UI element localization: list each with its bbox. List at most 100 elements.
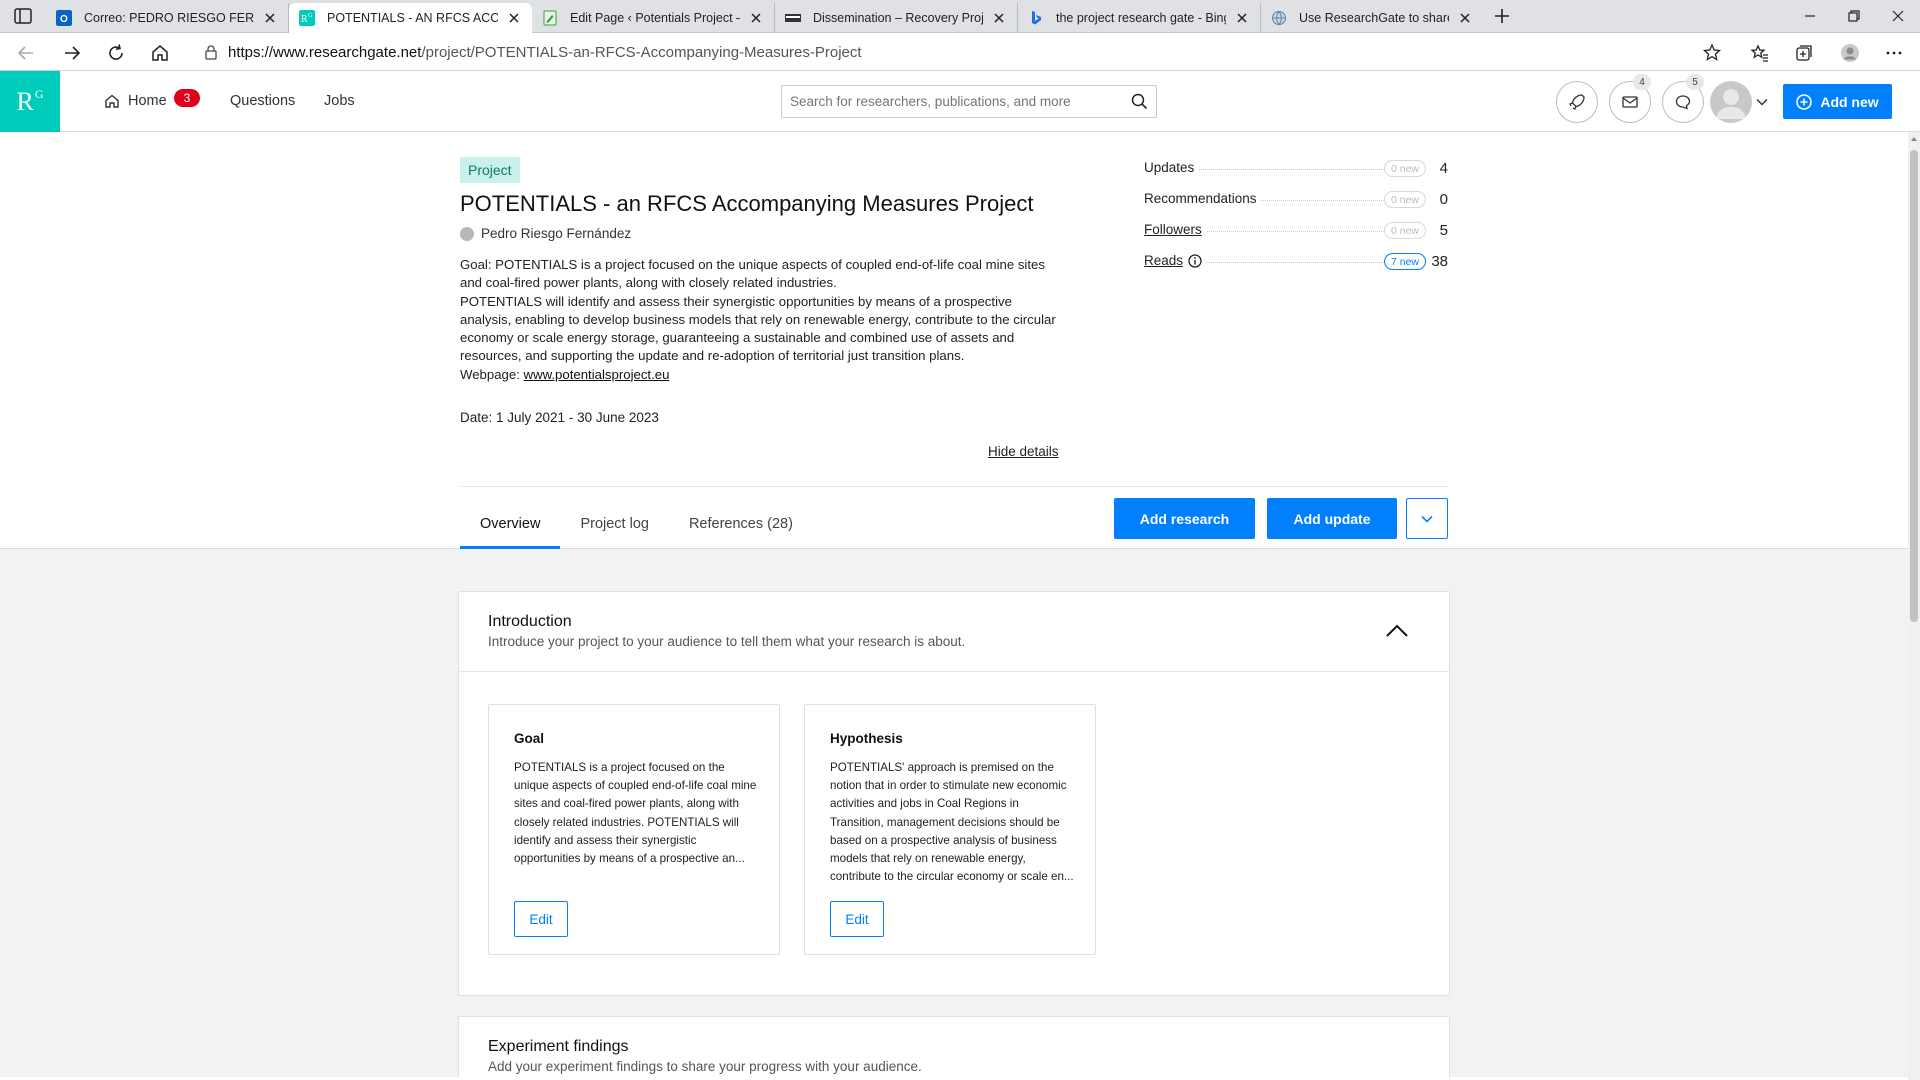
browser-address-bar: https://www.researchgate.net/project/POT… (0, 33, 1920, 71)
project-description: Goal: POTENTIALS is a project focused on… (460, 256, 1060, 384)
nav-questions[interactable]: Questions (230, 93, 295, 109)
collections-icon[interactable] (1794, 43, 1814, 63)
tab-title: POTENTIALS - AN RFCS ACCOMI (327, 11, 498, 25)
mail-icon (1622, 96, 1638, 108)
project-type-pill: Project (460, 157, 520, 183)
stat-followers: Followers 0 new 5 (1144, 222, 1448, 253)
tab-title: Dissemination – Recovery Projec (813, 11, 983, 25)
chevron-up-icon[interactable] (1385, 622, 1409, 638)
globe-icon (1272, 11, 1286, 25)
refresh-icon[interactable] (106, 43, 126, 63)
nav-home-label: Home (128, 93, 167, 109)
experiment-findings-card: Experiment findings Add your experiment … (458, 1016, 1450, 1077)
experiment-findings-header[interactable]: Experiment findings Add your experiment … (459, 1017, 1449, 1077)
project-author[interactable]: Pedro Riesgo Fernández (460, 226, 631, 241)
introduction-title: Introduction (488, 613, 572, 630)
edit-goal-button[interactable]: Edit (514, 901, 568, 937)
close-tab-icon[interactable] (1457, 10, 1473, 26)
stat-label-link[interactable]: Reads (1144, 253, 1183, 268)
add-research-button[interactable]: Add research (1114, 498, 1255, 539)
project-title: POTENTIALS - an RFCS Accompanying Measur… (460, 191, 1034, 216)
tab-actions-icon[interactable] (14, 8, 32, 24)
messages-badge: 4 (1633, 74, 1651, 90)
tab-title: Correo: PEDRO RIESGO FERNAN (84, 11, 254, 25)
home-notification-badge: 3 (174, 89, 200, 107)
tab-references[interactable]: References (28) (669, 498, 813, 549)
stat-recommendations: Recommendations 0 new 0 (1144, 191, 1448, 222)
close-window-icon[interactable] (1890, 8, 1906, 24)
back-icon[interactable] (16, 43, 36, 63)
more-actions-button[interactable] (1406, 498, 1448, 539)
hypothesis-card-title: Hypothesis (830, 731, 903, 746)
outlook-icon: O (56, 10, 72, 26)
browser-tab-share-research[interactable]: Use ResearchGate to share resea (1261, 3, 1483, 33)
introduction-card: Introduction Introduce your project to y… (458, 591, 1450, 996)
close-tab-icon[interactable] (1234, 10, 1250, 26)
close-tab-icon[interactable] (748, 10, 764, 26)
stat-new-badge: 7 new (1383, 253, 1426, 270)
info-icon[interactable] (1188, 253, 1202, 268)
logo-superscript: G (34, 87, 44, 101)
favorites-list-icon[interactable] (1750, 43, 1770, 63)
close-tab-icon[interactable] (991, 10, 1007, 26)
search-icon[interactable] (1131, 93, 1148, 110)
goal-card: Goal POTENTIALS is a project focused on … (488, 704, 780, 955)
new-tab-icon[interactable] (1493, 7, 1511, 25)
close-tab-icon[interactable] (262, 10, 278, 26)
researchgate-icon: RG (299, 10, 315, 26)
user-avatar[interactable] (1710, 81, 1752, 123)
hypothesis-card-text: POTENTIALS' approach is premised on the … (830, 761, 1074, 884)
webpage-link[interactable]: www.potentialsproject.eu (524, 367, 670, 382)
tab-project-log[interactable]: Project log (560, 498, 669, 549)
scrollbar-thumb[interactable] (1910, 150, 1918, 622)
stat-new-badge: 0 new (1383, 160, 1426, 177)
tab-title: Edit Page ‹ Potentials Project — V (570, 11, 740, 25)
page-scrollbar[interactable] (1908, 132, 1920, 1080)
browser-tab-outlook[interactable]: O Correo: PEDRO RIESGO FERNAN (46, 3, 289, 33)
add-new-button[interactable]: Add new (1783, 84, 1892, 119)
favorite-star-icon[interactable] (1702, 43, 1722, 63)
header-divider (460, 486, 1448, 487)
hypothesis-card: Hypothesis POTENTIALS' approach is premi… (804, 704, 1096, 955)
nav-home[interactable]: Home (104, 93, 167, 109)
forward-icon[interactable] (62, 43, 82, 63)
introduction-header[interactable]: Introduction Introduce your project to y… (459, 592, 1449, 672)
stat-label-wrap: Reads (1144, 253, 1207, 268)
rocket-button[interactable] (1556, 81, 1598, 123)
browser-tab-edit-page[interactable]: Edit Page ‹ Potentials Project — V (532, 3, 775, 33)
browser-tab-dissemination[interactable]: Dissemination – Recovery Projec (775, 3, 1018, 33)
edit-hypothesis-button[interactable]: Edit (830, 901, 884, 937)
goal-card-text: POTENTIALS is a project focused on the u… (514, 761, 757, 866)
chevron-down-icon[interactable] (1756, 97, 1768, 107)
browser-tab-bing[interactable]: the project research gate - Bing (1018, 3, 1261, 33)
nav-jobs[interactable]: Jobs (324, 93, 355, 109)
browser-tab-researchgate[interactable]: RG POTENTIALS - AN RFCS ACCOMI (289, 3, 532, 33)
stat-updates: Updates 0 new 4 (1144, 160, 1448, 191)
bing-icon (1032, 11, 1041, 25)
stat-new-badge: 0 new (1383, 222, 1426, 239)
url-field[interactable]: https://www.researchgate.net/project/POT… (186, 38, 1716, 66)
svg-text:R: R (301, 14, 308, 25)
stat-label: Updates (1144, 160, 1199, 175)
hide-details-link[interactable]: Hide details (988, 444, 1059, 459)
stat-value: 4 (1439, 160, 1448, 177)
tab-overview[interactable]: Overview (460, 498, 561, 549)
more-menu-icon[interactable] (1884, 43, 1904, 63)
stat-reads: Reads 7 new 38 (1144, 253, 1448, 284)
researchgate-logo[interactable]: RG (0, 71, 60, 132)
scroll-up-icon[interactable] (1910, 135, 1918, 143)
add-update-button[interactable]: Add update (1267, 498, 1397, 539)
browser-tab-strip: O Correo: PEDRO RIESGO FERNAN RG POTENTI… (0, 0, 1920, 33)
stat-label-link[interactable]: Followers (1144, 222, 1206, 237)
goal-paragraph: Goal: POTENTIALS is a project focused on… (460, 257, 1045, 291)
experiment-findings-subtitle: Add your experiment findings to share yo… (488, 1059, 922, 1074)
search-input[interactable] (790, 94, 1131, 109)
lock-icon[interactable] (204, 44, 218, 60)
minimize-icon[interactable] (1802, 8, 1818, 24)
url-path: /project/POTENTIALS-an-RFCS-Accompanying… (421, 43, 862, 61)
profile-icon[interactable] (1840, 43, 1860, 63)
restore-icon[interactable] (1846, 8, 1862, 24)
close-tab-icon[interactable] (506, 10, 522, 26)
home-browser-icon[interactable] (150, 43, 170, 63)
stat-value: 5 (1439, 222, 1448, 239)
